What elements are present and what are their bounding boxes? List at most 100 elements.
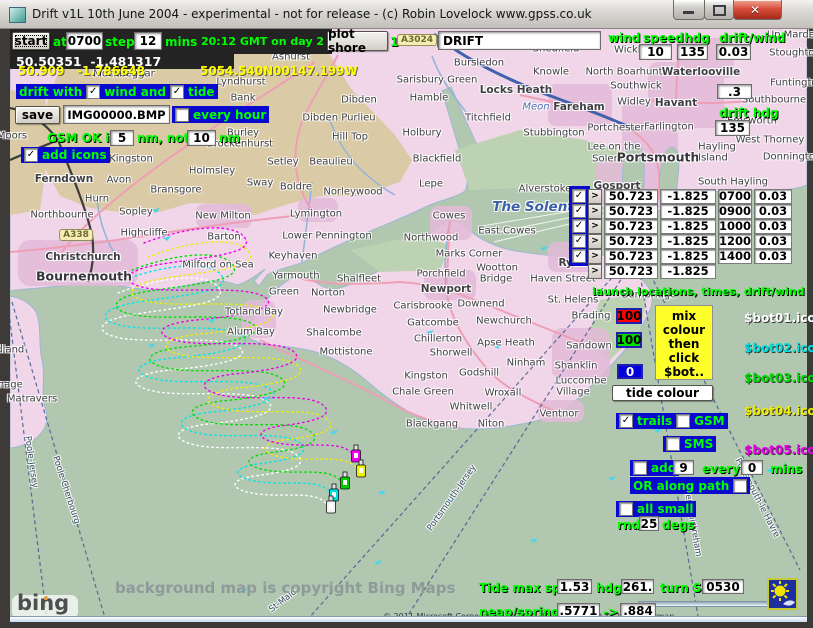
launch-enable-checkbox[interactable]: ✓	[572, 234, 586, 248]
gsm-nm-label: nm	[219, 131, 240, 145]
launch-enable-checkbox[interactable]: ✓	[572, 249, 586, 263]
launch-lat-field[interactable]: 50.723	[604, 249, 658, 264]
all-small-bar: all small	[616, 501, 696, 517]
drift-hdg-field[interactable]: 135	[715, 120, 750, 136]
mix-colour-hint: mixcolourthenclick$bot..	[655, 305, 713, 380]
bot-icon-label[interactable]: $bot05.ico	[744, 443, 813, 457]
add-bar: add	[630, 460, 679, 476]
add-checkbox[interactable]	[633, 461, 647, 475]
launch-lat-field[interactable]: 50.723	[604, 204, 658, 219]
launch-go-button[interactable]: >	[588, 219, 602, 234]
launch-go-button[interactable]: >	[588, 204, 602, 219]
launch-drift-field[interactable]: 0.03	[754, 219, 792, 234]
launch-go-button[interactable]: >	[588, 249, 602, 264]
launch-drift-field[interactable]: 0.03	[754, 189, 792, 204]
launch-go-button[interactable]: >	[588, 234, 602, 249]
bot-icon-label[interactable]: $bot03.ico	[744, 371, 813, 385]
launch-enable-checkbox[interactable]: ✓	[572, 219, 586, 233]
launch-lat-field[interactable]: 50.723	[604, 234, 658, 249]
step-mins-field[interactable]: 12	[134, 32, 162, 50]
bottle-icons	[327, 445, 366, 513]
trails-checkbox[interactable]: ✓	[619, 414, 633, 428]
wind-and-label: wind and	[104, 85, 166, 99]
save-button[interactable]: save	[15, 106, 60, 124]
launch-time-field[interactable]: 1400	[718, 249, 752, 264]
launch-go-button[interactable]: >	[588, 189, 602, 204]
close-button[interactable]: ✕	[733, 0, 782, 20]
every-mins-field[interactable]: 0	[741, 460, 763, 475]
clock-label: 20:12 GMT on day 2 =	[201, 35, 337, 48]
drift-with-bar: drift with ✓ wind and ✓ tide	[16, 84, 218, 99]
tide-max-field[interactable]: 1.53	[557, 579, 592, 594]
route-name-field[interactable]: DRIFT	[438, 31, 601, 50]
bot-icon-label[interactable]: $bot04.ico	[744, 404, 813, 418]
all-small-checkbox[interactable]	[619, 502, 633, 516]
bot-icon-label[interactable]: $bot01.ico	[744, 311, 813, 325]
launch-go-button[interactable]: >	[588, 264, 602, 279]
launch-drift-field[interactable]: 0.03	[754, 234, 792, 249]
launch-lon-field[interactable]: -1.825	[660, 204, 716, 219]
bing-logo-dot-icon	[44, 596, 48, 600]
turn-time-field[interactable]: 0530	[702, 579, 744, 594]
launch-drift-field[interactable]: 0.03	[754, 249, 792, 264]
gsm-far-field[interactable]: 10	[187, 130, 216, 146]
start-button[interactable]: start	[12, 32, 50, 50]
launch-lat-field[interactable]: 50.723	[604, 189, 658, 204]
rnd-degs-field[interactable]: 25	[639, 516, 659, 531]
launch-lon-field[interactable]: -1.825	[660, 264, 716, 279]
launch-lon-field[interactable]: -1.825	[660, 234, 716, 249]
lon-readout: -1.786648	[77, 64, 145, 78]
launch-lat-field[interactable]: 50.723	[604, 219, 658, 234]
minimize-icon	[683, 11, 694, 14]
drift-factor-field[interactable]: .3	[717, 84, 752, 99]
tide-checkbox[interactable]: ✓	[170, 85, 184, 99]
drift-hdg-label: drift hdg	[719, 106, 778, 120]
add-count-field[interactable]: 9	[673, 460, 694, 475]
bot-icon-label[interactable]: $bot02.ico	[744, 341, 813, 355]
purbeck-landmass	[10, 296, 47, 448]
launch-lat-field[interactable]: 50.723	[604, 264, 658, 279]
launch-lon-field[interactable]: -1.825	[660, 189, 716, 204]
drift-wind-label: drift/wind	[719, 31, 785, 45]
day-night-button[interactable]	[767, 578, 798, 610]
tide-hdg-field[interactable]: 261.	[621, 579, 654, 594]
maximize-icon	[713, 5, 726, 16]
blue-value-swatch[interactable]: 0	[617, 364, 643, 379]
red-value-swatch[interactable]: 100	[616, 308, 642, 324]
or-along-path-checkbox[interactable]	[733, 479, 747, 493]
launch-lon-field[interactable]: -1.825	[660, 219, 716, 234]
launch-time-field[interactable]: 0900	[718, 204, 752, 219]
wind-hdg-field[interactable]: 135	[677, 44, 708, 60]
wind-checkbox[interactable]: ✓	[86, 85, 100, 99]
launch-lon-field[interactable]: -1.825	[660, 249, 716, 264]
drift-wind-field[interactable]: 0.03	[716, 44, 751, 60]
maximize-button[interactable]	[704, 0, 734, 20]
add-icons-checkbox[interactable]: ✓	[24, 148, 38, 162]
launch-caption: launch locations, times, drift/wind	[592, 285, 805, 298]
save-filename-field[interactable]: IMG00000.BMP	[63, 105, 170, 124]
mix-hint-line: click	[656, 351, 712, 365]
start-time-field[interactable]: 0700	[66, 32, 103, 50]
gsm-near-field[interactable]: 5	[110, 130, 134, 146]
minimize-button[interactable]	[673, 0, 705, 20]
gsm-checkbox[interactable]	[676, 414, 690, 428]
launch-enable-checkbox[interactable]: ✓	[572, 189, 586, 203]
green-value-swatch[interactable]: 100	[616, 332, 642, 348]
close-icon: ✕	[750, 3, 760, 17]
bing-logo: bing	[17, 591, 69, 615]
lat-readout: 50.909	[18, 64, 64, 78]
every-hour-checkbox[interactable]	[175, 108, 189, 122]
launch-time-field[interactable]: 0700	[718, 189, 752, 204]
bottom-scroll-strip[interactable]	[10, 616, 807, 622]
tide-max-label: Tide max spd	[479, 581, 569, 595]
launch-time-field[interactable]: 1000	[718, 219, 752, 234]
plot-shore-button[interactable]: plot shore	[327, 31, 388, 51]
app-icon	[9, 7, 26, 23]
tide-colour-button[interactable]: tide colour	[612, 385, 713, 401]
sms-checkbox[interactable]	[666, 437, 680, 451]
launch-drift-field[interactable]: 0.03	[754, 204, 792, 219]
launch-time-field[interactable]: 1200	[718, 234, 752, 249]
launch-enable-checkbox[interactable]: ✓	[572, 204, 586, 218]
tide-slider[interactable]	[638, 601, 769, 607]
wind-speed-field[interactable]: 10	[639, 44, 672, 60]
